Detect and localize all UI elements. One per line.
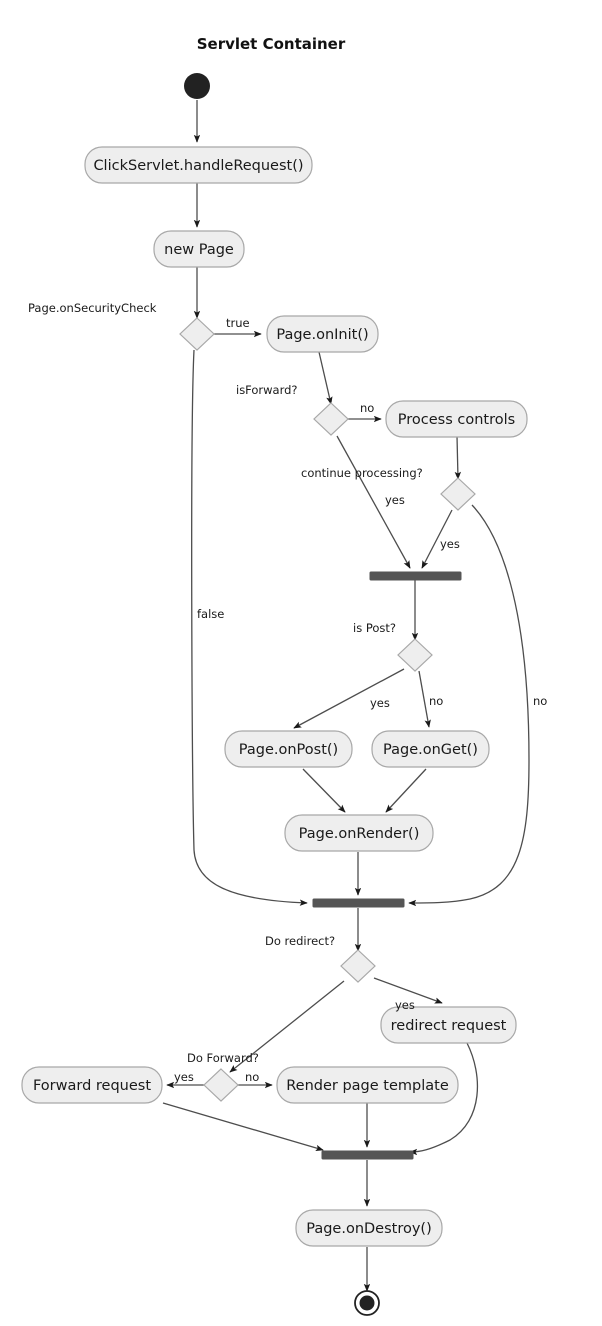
decision-security-check[interactable] (179, 317, 215, 351)
activity-redirect-request-label: redirect request (391, 1018, 507, 1034)
activity-process-controls[interactable]: Process controls (385, 400, 528, 438)
edge-on-get-to-on-render (385, 768, 427, 813)
activity-redirect-request[interactable]: redirect request (380, 1006, 517, 1044)
synchronization-bar-1 (369, 571, 462, 581)
activity-forward-request[interactable]: Forward request (21, 1066, 163, 1104)
initial-node (184, 73, 210, 99)
edge-layer (162, 100, 530, 1292)
activity-on-destroy-label: Page.onDestroy() (306, 1221, 432, 1237)
diagram-canvas: ClickServlet.handleRequest() new Page Pa… (21, 35, 547, 1316)
edge-label-security-true: true (226, 316, 250, 330)
edge-label-continue-processing: continue processing? (301, 466, 423, 480)
activity-new-page-label: new Page (164, 242, 234, 258)
edge-label-do-forward-yes: yes (174, 1070, 194, 1084)
edge-label-is-post-yes: yes (370, 696, 390, 710)
decision-do-forward[interactable] (203, 1068, 239, 1102)
uml-activity-diagram: ClickServlet.handleRequest() new Page Pa… (0, 0, 602, 1326)
activity-on-get-label: Page.onGet() (383, 742, 478, 758)
decision-do-redirect[interactable] (340, 949, 376, 983)
page-title: Servlet Container (197, 35, 346, 53)
activity-render-page-template[interactable]: Render page template (276, 1066, 459, 1104)
edge-process-controls-to-continue-processing (454, 435, 462, 480)
activity-on-post-label: Page.onPost() (239, 742, 338, 758)
edge-label-do-redirect-yes: yes (395, 998, 415, 1012)
decision-is-forward[interactable] (313, 402, 349, 436)
activity-on-destroy[interactable]: Page.onDestroy() (295, 1209, 443, 1247)
activity-process-controls-label: Process controls (398, 412, 515, 428)
synchronization-bar-3 (321, 1150, 414, 1160)
edge-label-is-forward: isForward? (236, 383, 298, 397)
activity-on-get[interactable]: Page.onGet() (371, 730, 490, 768)
activity-handle-request[interactable]: ClickServlet.handleRequest() (84, 146, 313, 184)
edge-label-is-post: is Post? (353, 621, 396, 635)
decision-is-post[interactable] (397, 638, 433, 672)
edge-label-do-redirect: Do redirect? (265, 934, 335, 948)
edge-forward-request-to-merge-bar-3 (162, 1102, 324, 1152)
activity-on-render-label: Page.onRender() (299, 826, 420, 842)
edge-label-continue-yes: yes (385, 493, 405, 507)
activity-new-page[interactable]: new Page (153, 230, 245, 268)
activity-handle-request-label: ClickServlet.handleRequest() (93, 158, 303, 174)
edge-on-init-to-is-forward (318, 351, 333, 405)
activity-on-post[interactable]: Page.onPost() (224, 730, 353, 768)
synchronization-bar-2 (312, 898, 405, 908)
edge-label-do-forward: Do Forward? (187, 1051, 259, 1065)
edge-on-post-to-on-render (302, 768, 346, 813)
decision-continue-processing[interactable] (440, 477, 476, 511)
edge-label-security-check: Page.onSecurityCheck (28, 301, 157, 315)
activity-forward-request-label: Forward request (33, 1078, 151, 1094)
edge-is-post-no-to-on-get (418, 670, 431, 728)
activity-on-init-label: Page.onInit() (276, 327, 368, 343)
edge-label-controls-no: no (533, 694, 547, 708)
edge-label-is-post-no: no (429, 694, 443, 708)
edge-label-do-forward-no: no (245, 1070, 259, 1084)
edge-label-security-false: false (197, 607, 224, 621)
edge-label-is-forward-no: no (360, 401, 374, 415)
final-node (354, 1290, 380, 1316)
activity-on-render[interactable]: Page.onRender() (284, 814, 434, 852)
edge-label-controls-yes: yes (440, 537, 460, 551)
activity-render-page-template-label: Render page template (286, 1078, 449, 1094)
activity-on-init[interactable]: Page.onInit() (266, 315, 379, 353)
